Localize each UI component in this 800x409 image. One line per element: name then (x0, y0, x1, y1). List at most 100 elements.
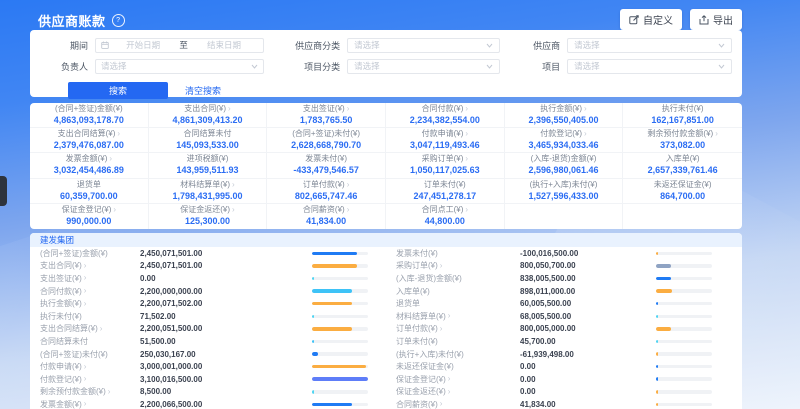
breakdown-row-value: 41,834.00 (520, 400, 656, 409)
breakdown-row-value: 800,005,000.00 (520, 324, 656, 333)
breakdown-row: 退货单60,005,500.00 (386, 297, 742, 310)
breakdown-row[interactable]: 支出签证(¥)›0.00 (30, 272, 386, 285)
project-select[interactable]: 请选择 (567, 59, 732, 74)
customize-button[interactable]: 自定义 (620, 9, 682, 30)
metric-card[interactable]: 保证金返还(¥)›125,300.00 (149, 204, 268, 229)
value-bar-track (656, 390, 712, 394)
metric-card[interactable]: 支出合同(¥)›4,861,309,413.20 (149, 103, 268, 128)
clear-search-link[interactable]: 清空搜索 (185, 84, 221, 97)
metric-card[interactable]: 材料结算单(¥)›1,798,431,995.00 (149, 179, 268, 204)
metric-card-value: 4,863,093,178.70 (54, 116, 124, 125)
help-icon[interactable]: ? (112, 14, 125, 27)
breakdown-row: 订单未付(¥)45,700.00 (386, 335, 742, 348)
value-bar-fill (656, 264, 671, 268)
metric-card: 入库单(¥)2,657,339,761.46 (623, 153, 742, 178)
breakdown-row-label: 合同付款(¥) (40, 286, 82, 297)
date-range-input[interactable]: 开始日期 至 结束日期 (95, 38, 264, 53)
owner-select[interactable]: 请选择 (95, 59, 264, 74)
chevron-right-icon: › (584, 105, 587, 113)
metric-card-value: 4,861,309,413.20 (172, 116, 242, 125)
search-button[interactable]: 搜索 (68, 82, 168, 99)
chevron-right-icon: › (440, 400, 443, 408)
breakdown-row[interactable]: 采购订单(¥)›800,050,700.00 (386, 260, 742, 273)
value-bar-track (312, 264, 368, 268)
date-to-label: 至 (177, 39, 190, 51)
metric-card[interactable]: 支出合同结算(¥)›2,379,476,087.00 (30, 128, 149, 153)
breakdown-row[interactable]: 保证金登记(¥)›0.00 (386, 373, 742, 386)
breakdown-row[interactable]: 执行金额(¥)›2,200,071,502.00 (30, 297, 386, 310)
metric-card[interactable]: 剩余预付款金额(¥)›373,082.00 (623, 128, 742, 153)
project-category-select[interactable]: 请选择 (347, 59, 500, 74)
value-bar-track (656, 315, 712, 319)
breakdown-row-value: 0.00 (520, 375, 656, 384)
breakdown-row[interactable]: 保证金返还(¥)›0.00 (386, 386, 742, 399)
metric-card-label: (合同+签证)未付(¥) (292, 130, 360, 138)
breakdown-row-value: 838,005,500.00 (520, 274, 656, 283)
metric-card-label: 付款申请(¥) (422, 130, 464, 138)
value-bar-fill (656, 390, 658, 394)
breakdown-row-value: 898,011,000.00 (520, 287, 656, 296)
metric-card[interactable]: 采购订单(¥)›1,050,117,025.63 (386, 153, 505, 178)
value-bar-track (656, 403, 712, 407)
value-bar-fill (656, 340, 658, 344)
value-bar-track (312, 252, 368, 256)
metric-card-label: 剩余预付款金额(¥) (647, 130, 713, 138)
breakdown-row[interactable]: 支出合同(¥)›2,450,071,501.00 (30, 260, 386, 273)
breakdown-row[interactable]: 合同薪资(¥)›41,834.00 (386, 398, 742, 409)
breakdown-row-label: 付款登记(¥) (40, 374, 82, 385)
breakdown-row-value: 2,200,071,502.00 (140, 299, 312, 308)
metric-card[interactable]: 付款申请(¥)›3,047,119,493.46 (386, 128, 505, 153)
value-bar-track (312, 377, 368, 381)
value-bar-track (656, 264, 712, 268)
sidebar-collapse-handle[interactable] (0, 176, 7, 206)
breakdown-row[interactable]: 材料结算单(¥)›68,005,500.00 (386, 310, 742, 323)
breakdown-row-value: 0.00 (140, 274, 312, 283)
value-bar-fill (312, 302, 352, 306)
select-placeholder: 请选择 (101, 60, 127, 72)
value-bar-fill (656, 327, 671, 331)
chevron-right-icon: › (465, 155, 468, 163)
metric-card[interactable]: 执行金额(¥)›2,396,550,405.00 (505, 103, 624, 128)
breakdown-row[interactable]: 合同付款(¥)›2,200,000,000.00 (30, 285, 386, 298)
metric-card[interactable]: 保证金登记(¥)›990,000.00 (30, 204, 149, 229)
chevron-right-icon: › (347, 206, 350, 214)
breakdown-row-label: (合同+签证)未付(¥) (40, 349, 108, 360)
metric-card-label: 退货单 (77, 181, 101, 189)
chevron-right-icon: › (84, 300, 87, 308)
metric-card[interactable]: 支出签证(¥)›1,783,765.50 (267, 103, 386, 128)
breakdown-right-column: 发票未付(¥)-100,016,500.00采购订单(¥)›800,050,70… (386, 247, 742, 409)
chevron-right-icon: › (84, 262, 87, 270)
breakdown-row-value: 250,030,167.00 (140, 350, 312, 359)
metric-card: 退货单60,359,700.00 (30, 179, 149, 204)
metric-card[interactable]: 合同点工(¥)›44,800.00 (386, 204, 505, 229)
metric-card: (合同+签证)金额(¥)4,863,093,178.70 (30, 103, 149, 128)
metric-card[interactable]: 合同付款(¥)›2,234,382,554.00 (386, 103, 505, 128)
metric-card[interactable]: 合同薪资(¥)›41,834.00 (267, 204, 386, 229)
value-bar-fill (312, 340, 314, 344)
supplier-select[interactable]: 请选择 (567, 38, 732, 53)
metric-card[interactable]: 发票金额(¥)›3,032,454,486.89 (30, 153, 149, 178)
value-bar-fill (312, 390, 314, 394)
breakdown-row-value: 60,005,500.00 (520, 299, 656, 308)
metric-card-value: 373,082.00 (660, 141, 705, 150)
breakdown-row-value: 800,050,700.00 (520, 261, 656, 270)
group-name[interactable]: 建发集团 (40, 234, 74, 246)
supplier-category-select[interactable]: 请选择 (347, 38, 500, 53)
metric-card-label: 合同薪资(¥) (303, 206, 345, 214)
breakdown-row[interactable]: 订单付款(¥)›800,005,000.00 (386, 323, 742, 336)
breakdown-row-value: 2,450,071,501.00 (140, 249, 312, 258)
breakdown-row[interactable]: 付款登记(¥)›3,100,016,500.00 (30, 373, 386, 386)
breakdown-row[interactable]: 发票金额(¥)›2,200,066,500.00 (30, 398, 386, 409)
metric-card[interactable]: 订单付款(¥)›802,665,747.46 (267, 179, 386, 204)
customize-label: 自定义 (643, 12, 673, 27)
breakdown-row[interactable]: 付款申请(¥)›3,000,001,000.00 (30, 360, 386, 373)
breakdown-row[interactable]: 剩余预付款金额(¥)›8,500.00 (30, 386, 386, 399)
metric-card: 未返还保证金(¥)864,700.00 (623, 179, 742, 204)
value-bar-fill (312, 352, 318, 356)
export-button[interactable]: 导出 (690, 9, 742, 30)
breakdown-row: (合同+签证)金额(¥)2,450,071,501.00 (30, 247, 386, 260)
metric-card[interactable]: 付款登记(¥)›3,465,934,033.46 (505, 128, 624, 153)
breakdown-row[interactable]: 支出合同结算(¥)›2,200,051,500.00 (30, 323, 386, 336)
supplier-category-label: 供应商分类 (276, 39, 340, 52)
metric-card-value: 802,665,747.46 (295, 192, 358, 201)
